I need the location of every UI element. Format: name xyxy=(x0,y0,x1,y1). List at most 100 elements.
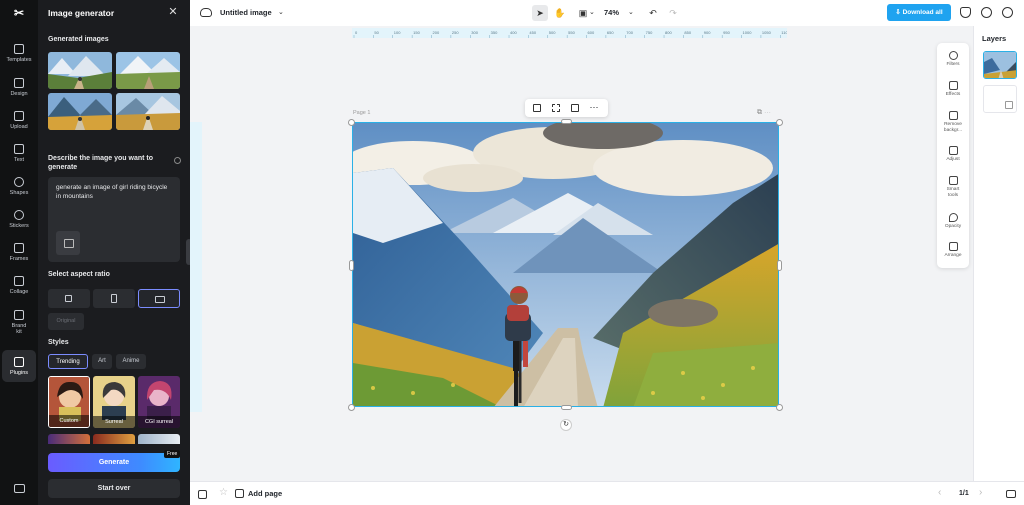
floating-toolbar: ⋯ xyxy=(525,99,608,117)
generated-image-4[interactable] xyxy=(116,93,180,130)
shield-icon[interactable] xyxy=(960,7,971,18)
gear-icon[interactable] xyxy=(1002,7,1013,18)
duplicate-page-icon[interactable]: ⧉ xyxy=(757,109,762,116)
select-tool-icon[interactable]: ➤ xyxy=(532,5,548,21)
tool-smart-tools[interactable]: Smart tools xyxy=(937,176,969,198)
style-card-more-2[interactable] xyxy=(93,434,135,444)
tool-effects[interactable]: Effects xyxy=(937,81,969,98)
capcut-logo-icon[interactable]: ✂ xyxy=(12,7,26,19)
chevron-down-icon[interactable]: ⌄ xyxy=(628,8,634,16)
ruler-tick-label: 350 xyxy=(491,30,498,35)
page-actions[interactable]: ⧉ ⋯ xyxy=(757,109,771,117)
rail-item-upload[interactable]: Upload xyxy=(2,105,36,135)
start-over-button[interactable]: Start over xyxy=(48,479,180,498)
info-icon[interactable] xyxy=(174,157,181,164)
style-tab-trending[interactable]: Trending xyxy=(48,354,88,369)
opacity-icon xyxy=(948,213,958,222)
resize-handle-bottom-left[interactable] xyxy=(348,404,355,411)
ruler-tick-label: 50 xyxy=(374,30,379,35)
generate-button[interactable]: Generate xyxy=(48,453,180,472)
help-icon[interactable] xyxy=(981,7,992,18)
rail-item-plugins[interactable]: Plugins xyxy=(2,350,36,382)
stickers-icon xyxy=(14,209,24,220)
rail-item-stickers[interactable]: Stickers xyxy=(2,204,36,234)
style-card-cgi-surreal[interactable]: CGI surreal xyxy=(138,376,180,428)
rail-item-frames[interactable]: Frames xyxy=(2,237,36,267)
prompt-input[interactable]: generate an image of girl riding bicycle… xyxy=(48,177,180,262)
chevron-down-icon[interactable]: ⌄ xyxy=(589,8,595,16)
keyboard-shortcuts-icon[interactable] xyxy=(14,484,25,493)
aspect-original-button[interactable]: Original xyxy=(48,313,84,330)
rail-label: Stickers xyxy=(9,222,29,229)
tool-filters[interactable]: Filters xyxy=(937,51,969,68)
add-page-icon[interactable] xyxy=(235,489,244,498)
document-title[interactable]: Untitled image xyxy=(220,8,272,17)
rail-item-collage[interactable]: Collage xyxy=(2,270,36,300)
rail-item-shapes[interactable]: Shapes xyxy=(2,171,36,201)
download-all-button[interactable]: ⇩ Download all xyxy=(887,4,951,21)
chevron-left-icon[interactable]: ‹ xyxy=(938,487,941,498)
tool-arrange[interactable]: Arrange xyxy=(937,242,969,259)
fullscreen-icon[interactable] xyxy=(1006,490,1016,498)
duplicate-icon[interactable] xyxy=(570,103,580,113)
add-page-button[interactable]: Add page xyxy=(248,489,282,498)
undo-icon[interactable]: ↶ xyxy=(645,5,661,21)
layer-image[interactable] xyxy=(983,51,1017,79)
style-card-more-1[interactable] xyxy=(48,434,90,444)
zoom-level[interactable]: 74% xyxy=(604,8,619,17)
cloud-sync-icon[interactable] xyxy=(200,8,212,17)
resize-handle-bottom[interactable] xyxy=(561,405,572,410)
resize-handle-top[interactable] xyxy=(561,119,572,124)
resize-handle-right[interactable] xyxy=(777,260,782,271)
rail-item-text[interactable]: Text xyxy=(2,138,36,168)
resize-handle-top-left[interactable] xyxy=(348,119,355,126)
style-card-label: Custom xyxy=(49,415,89,427)
generated-image-1[interactable] xyxy=(48,52,112,89)
aspect-landscape-button[interactable] xyxy=(138,289,180,308)
rail-item-templates[interactable]: Templates xyxy=(2,38,36,68)
rail-item-brand-kit[interactable]: Brand kit xyxy=(2,305,36,339)
ruler-tick-label: 300 xyxy=(471,30,478,35)
background-layer-icon xyxy=(1005,101,1013,109)
upload-reference-image-icon[interactable] xyxy=(56,231,80,255)
resize-handle-bottom-right[interactable] xyxy=(776,404,783,411)
hand-tool-icon[interactable]: ✋ xyxy=(552,5,568,21)
templates-icon xyxy=(14,43,24,54)
tool-remove-background[interactable]: Remove backgr... xyxy=(937,111,969,133)
close-icon[interactable]: ✕ xyxy=(167,6,179,18)
chevron-right-icon[interactable]: › xyxy=(979,487,982,498)
ruler-tick-label: 200 xyxy=(433,30,440,35)
generated-image-canvas[interactable] xyxy=(352,122,779,407)
rotate-icon[interactable]: ↻ xyxy=(560,419,572,431)
generated-image-2[interactable] xyxy=(116,52,180,89)
redo-icon[interactable]: ↷ xyxy=(665,5,681,21)
rail-item-design[interactable]: Design xyxy=(2,72,36,102)
aspect-portrait-button[interactable] xyxy=(93,289,135,308)
more-icon[interactable]: ⋯ xyxy=(589,103,599,113)
star-icon[interactable]: ☆ xyxy=(219,487,228,498)
image-tools-strip: Filters Effects Remove backgr... Adjust … xyxy=(937,43,969,268)
pages-icon[interactable] xyxy=(198,490,207,499)
style-card-custom[interactable]: Custom xyxy=(48,376,90,428)
tool-opacity[interactable]: Opacity xyxy=(937,213,969,230)
chevron-down-icon[interactable]: ⌄ xyxy=(278,8,284,16)
aspect-square-button[interactable] xyxy=(48,289,90,308)
layer-background[interactable] xyxy=(983,85,1017,113)
prompt-text[interactable]: generate an image of girl riding bicycle… xyxy=(56,183,174,201)
tool-adjust[interactable]: Adjust xyxy=(937,146,969,163)
style-tab-anime[interactable]: Anime xyxy=(116,354,146,369)
resize-handle-left[interactable] xyxy=(349,260,354,271)
ruler-tick-label: 950 xyxy=(723,30,730,35)
style-tab-art[interactable]: Art xyxy=(92,354,112,369)
generated-image-3[interactable] xyxy=(48,93,112,130)
more-icon[interactable]: ⋯ xyxy=(764,109,771,116)
ruler-tick-label: 750 xyxy=(646,30,653,35)
replace-image-icon[interactable] xyxy=(551,103,561,113)
style-card-more-3[interactable] xyxy=(138,434,180,444)
rail-label: Plugins xyxy=(9,369,29,376)
tool-label: Smart tools xyxy=(946,187,960,198)
crop-icon[interactable] xyxy=(532,103,542,113)
resize-handle-top-right[interactable] xyxy=(776,119,783,126)
plugins-icon xyxy=(14,356,24,367)
style-card-surreal[interactable]: Surreal xyxy=(93,376,135,428)
